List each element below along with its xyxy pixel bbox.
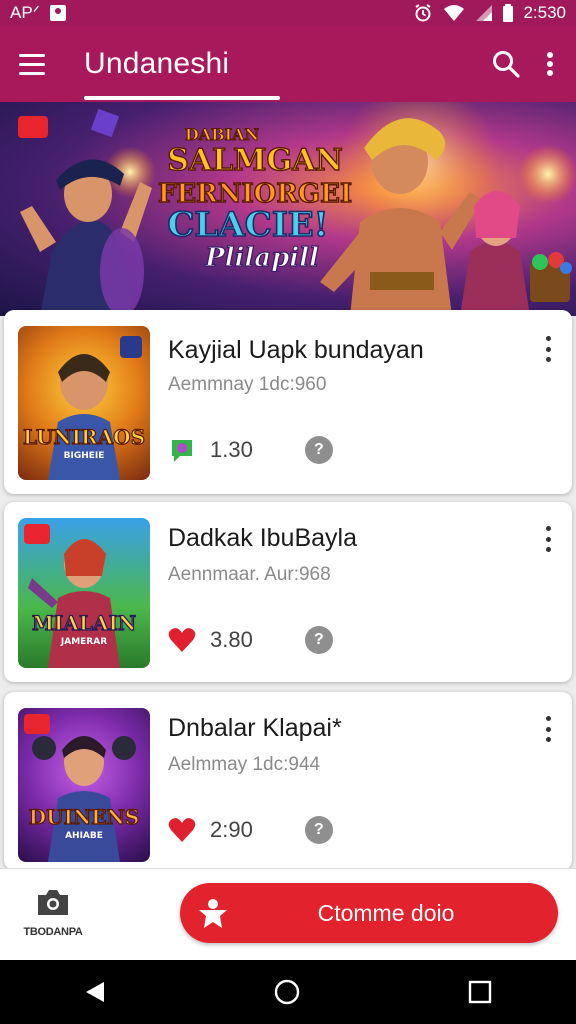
bottom-action-bar: TBODANPA Ctomme doio <box>0 868 576 960</box>
card-subtitle: Aemmnay 1dc:960 <box>168 374 327 395</box>
tab-indicator <box>84 96 280 100</box>
stat-value: 3.80 <box>210 627 253 652</box>
status-carrier-text: APᐟ <box>10 3 40 22</box>
game-thumbnail[interactable]: DUINENS AHIABE <box>18 708 150 862</box>
wifi-icon <box>444 5 465 21</box>
heart-icon[interactable] <box>168 627 196 653</box>
card-overflow-menu-icon[interactable] <box>542 526 554 552</box>
banner-artwork: DABIAN SALMGAN FERNIORGEI CLACIE! Plilap… <box>20 102 576 316</box>
alarm-icon <box>415 4 432 22</box>
svg-text:BIGHEIE: BIGHEIE <box>64 451 105 461</box>
promo-banner[interactable]: DABIAN SALMGAN FERNIORGEI CLACIE! Plilap… <box>0 102 576 316</box>
camera-tab-label: TBODANPA <box>23 926 83 938</box>
list-item[interactable]: DUINENS AHIABE Dnbalar Klapai* Aelmmay 1… <box>4 692 572 870</box>
svg-text:CLACIE!: CLACIE! <box>167 205 328 245</box>
stat-value: 2:90 <box>210 817 253 842</box>
app-title[interactable]: Undaneshi <box>84 26 229 102</box>
game-thumbnail[interactable]: LUNIRAOS BIGHEIE <box>18 326 150 480</box>
list-item[interactable]: LUNIRAOS BIGHEIE Kayjial Uapk bundayan A… <box>4 310 572 494</box>
list-item[interactable]: MIALAIN JAMERAR Dadkak IbuBayla Aennmaar… <box>4 502 572 682</box>
info-icon[interactable]: ? <box>304 816 333 844</box>
svg-text:LUNIRAOS: LUNIRAOS <box>23 425 145 449</box>
recents-icon[interactable] <box>468 980 492 1004</box>
svg-text:Plilapill: Plilapill <box>204 243 319 273</box>
back-icon[interactable] <box>84 980 106 1004</box>
card-overflow-menu-icon[interactable] <box>542 336 554 362</box>
home-icon[interactable] <box>274 979 300 1005</box>
signal-icon <box>476 5 493 21</box>
card-subtitle: Aelmmay 1dc:944 <box>168 754 321 775</box>
status-time: 2:530 <box>523 3 566 22</box>
card-stats: 2:90 ? <box>168 816 333 844</box>
svg-text:DABIAN: DABIAN <box>185 125 259 144</box>
banner-badge <box>18 116 48 138</box>
thumbnail-badge <box>24 524 50 544</box>
svg-text:DUINENS: DUINENS <box>29 805 139 829</box>
green-chat-icon[interactable] <box>168 436 196 464</box>
info-icon[interactable]: ? <box>304 626 333 654</box>
app-bar: Undaneshi <box>0 26 576 102</box>
heart-icon[interactable] <box>168 817 196 843</box>
card-title[interactable]: Dnbalar Klapai* <box>168 714 342 743</box>
info-icon[interactable]: ? <box>304 436 333 464</box>
notification-icon <box>49 5 66 21</box>
cta-label: Ctomme doio <box>317 899 455 926</box>
menu-icon[interactable] <box>0 26 64 102</box>
card-title[interactable]: Dadkak IbuBayla <box>168 524 357 553</box>
camera-tab[interactable]: TBODANPA <box>16 887 90 938</box>
person-star-icon <box>199 899 227 928</box>
game-thumbnail[interactable]: MIALAIN JAMERAR <box>18 518 150 668</box>
svg-text:JAMERAR: JAMERAR <box>60 637 107 647</box>
card-subtitle: Aennmaar. Aur:968 <box>168 564 331 585</box>
search-icon[interactable] <box>492 50 520 78</box>
battery-icon <box>503 4 514 22</box>
svg-text:AHIABE: AHIABE <box>65 831 103 841</box>
system-nav-bar <box>0 960 576 1024</box>
primary-cta-button[interactable]: Ctomme doio <box>180 883 558 943</box>
card-title[interactable]: Kayjial Uapk bundayan <box>168 336 424 365</box>
camera-icon <box>38 890 68 915</box>
svg-text:SALMGAN: SALMGAN <box>167 143 343 178</box>
card-overflow-menu-icon[interactable] <box>542 716 554 742</box>
thumbnail-badge <box>24 714 50 734</box>
thumbnail-artwork: LUNIRAOS BIGHEIE <box>22 336 146 480</box>
card-stats: 1.30 ? <box>168 436 333 464</box>
status-bar: APᐟ 2:530 <box>0 0 576 26</box>
card-stats: 3.80 ? <box>168 626 333 654</box>
overflow-menu-icon[interactable] <box>546 51 554 77</box>
svg-text:MIALAIN: MIALAIN <box>32 611 136 635</box>
stat-value: 1.30 <box>210 437 253 462</box>
